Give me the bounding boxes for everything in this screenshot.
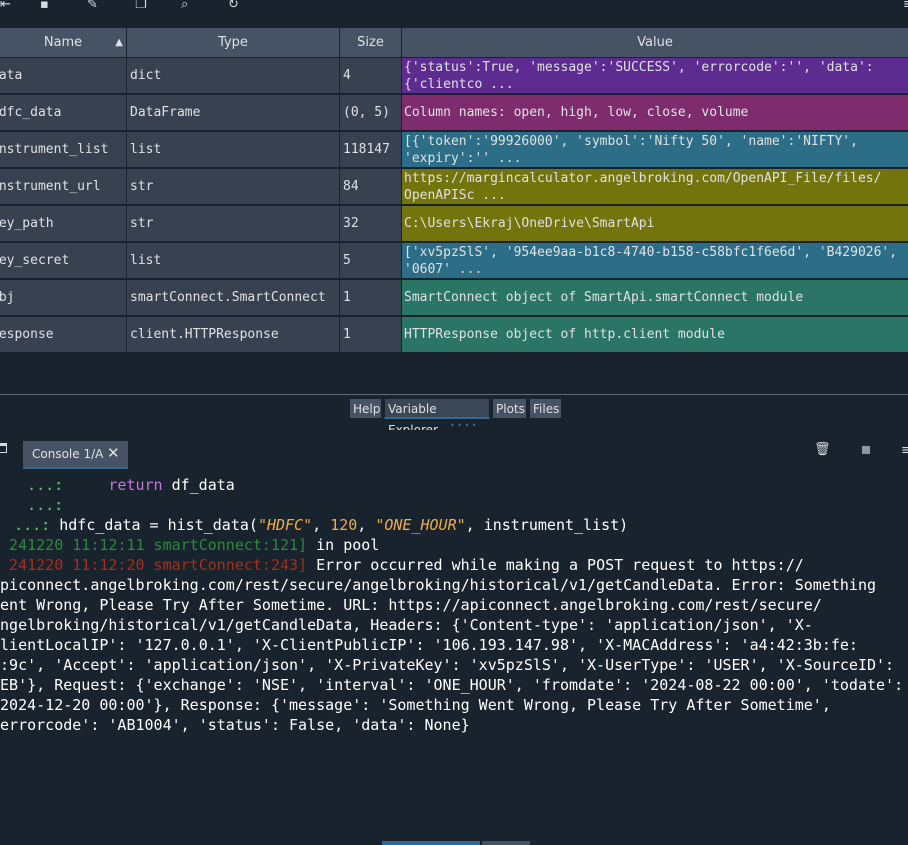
- save-as-icon[interactable]: ✎: [87, 0, 98, 11]
- console-line: WEB'}, Request: {'exchange': 'NSE', 'int…: [0, 676, 904, 694]
- variable-name: instrument_list: [0, 132, 127, 168]
- table-header: Name ▲ Type Size Value: [0, 28, 908, 58]
- trash-icon[interactable]: 🗑: [814, 442, 831, 457]
- variable-value: https://margincalculator.angelbroking.co…: [402, 169, 908, 205]
- refresh-icon[interactable]: ↻: [228, 0, 239, 11]
- variable-type: smartConnect.SmartConnect: [127, 280, 340, 316]
- variable-type: list: [127, 243, 340, 279]
- console-line: ...: return df_data: [0, 476, 235, 494]
- variable-value: SmartConnect object of SmartApi.smartCon…: [402, 280, 908, 316]
- options-menu-icon[interactable]: ≡: [901, 443, 908, 458]
- import-icon[interactable]: ⇤: [0, 0, 11, 11]
- table-row[interactable]: hdfc_dataDataFrame(0, 5)Column names: op…: [0, 95, 908, 132]
- pane-separator: [0, 394, 908, 395]
- tab-variable-explorer[interactable]: Variable Explorer: [384, 398, 490, 437]
- console-line: 5:9c', 'Accept': 'application/json', 'X-…: [0, 656, 895, 674]
- console-line: [ 241220 11:12:11 smartConnect:121] in p…: [0, 536, 380, 554]
- search-icon[interactable]: ⌕: [181, 0, 188, 11]
- variable-value: HTTPResponse object of http.client modul…: [402, 317, 908, 353]
- save-icon[interactable]: ▪: [40, 0, 49, 11]
- tab-help[interactable]: Help: [349, 398, 382, 419]
- variable-size: 1: [340, 317, 402, 353]
- table-row[interactable]: objsmartConnect.SmartConnect1SmartConnec…: [0, 280, 908, 317]
- variable-size: 118147: [340, 132, 402, 168]
- console-line: angelbroking/historical/v1/getCandleData…: [0, 616, 813, 634]
- window-icon[interactable]: [0, 443, 7, 453]
- variable-name: obj: [0, 280, 127, 316]
- variable-type: client.HTTPResponse: [127, 317, 340, 353]
- console-line: ...: hdfc_data = hist_data("HDFC", 120, …: [14, 516, 629, 534]
- table-row[interactable]: key_pathstr32C:\Users\Ekraj\OneDrive\Sma…: [0, 206, 908, 243]
- console-line: Went Wrong, Please Try After Sometime. U…: [0, 596, 822, 614]
- table-row[interactable]: instrument_list list 118147 [{'token':'9992…: [0, 132, 908, 169]
- table-row[interactable]: responseclient.HTTPResponse1HTTPResponse…: [0, 317, 908, 354]
- console-line: [ 241220 11:12:20 smartConnect:243] Erro…: [0, 556, 804, 574]
- variable-explorer-toolbar: ⇤ ▪ ✎ ❐ ⌕ ↻ ≡: [0, 0, 908, 15]
- header-value[interactable]: Value: [402, 28, 908, 57]
- tab-plots[interactable]: Plots: [492, 398, 527, 419]
- sort-ascending-icon: ▲: [115, 37, 123, 48]
- variable-name: hdfc_data: [0, 95, 127, 131]
- variable-name: instrument_url: [0, 169, 127, 205]
- console-line: '2024-12-20 00:00'}, Response: {'message…: [0, 696, 831, 714]
- variable-size: 1: [340, 280, 402, 316]
- variable-name: response: [0, 317, 127, 353]
- bottom-tab[interactable]: [482, 841, 530, 845]
- variable-value: C:\Users\Ekraj\OneDrive\SmartApi: [402, 206, 908, 242]
- variable-size: 4: [340, 58, 402, 94]
- header-size[interactable]: Size: [340, 28, 402, 57]
- variable-value: {'status':True, 'message':'SUCCESS', 'er…: [402, 58, 908, 94]
- variable-name: key_path: [0, 206, 127, 242]
- table-row[interactable]: key_secretlist5['xv5pzSlS', '954ee9aa-b1…: [0, 243, 908, 280]
- variable-name: key_secret: [0, 243, 127, 279]
- variable-type: str: [127, 206, 340, 242]
- variable-type: str: [127, 169, 340, 205]
- table-row[interactable]: datadict4{'status':True, 'message':'SUCC…: [0, 58, 908, 95]
- close-icon[interactable]: ✕: [107, 444, 120, 462]
- console-line: apiconnect.angelbroking.com/rest/secure/…: [0, 576, 877, 594]
- console-line: 'errorcode': 'AB1004', 'status': False, …: [0, 716, 470, 734]
- tab-console[interactable]: Console 1/A ✕: [23, 441, 128, 469]
- console-line: ClientLocalIP': '127.0.0.1', 'X-ClientPu…: [0, 636, 858, 654]
- table-row[interactable]: instrument_url str 84 https://margincalcula…: [0, 169, 908, 206]
- copy-icon[interactable]: ❐: [135, 0, 147, 11]
- splitter-handle[interactable]: • • • •: [450, 421, 477, 430]
- variable-type: DataFrame: [127, 95, 340, 131]
- header-type[interactable]: Type: [127, 28, 340, 57]
- stop-icon[interactable]: [862, 446, 870, 454]
- variable-size: 32: [340, 206, 402, 242]
- console-line: ...:: [0, 496, 73, 514]
- variable-value: Column names: open, high, low, close, vo…: [402, 95, 908, 131]
- header-name[interactable]: Name ▲: [0, 28, 127, 57]
- variable-value: ['xv5pzSlS', '954ee9aa-b1c8-4740-b158-c5…: [402, 243, 908, 279]
- variable-type: dict: [127, 58, 340, 94]
- variable-size: (0, 5): [340, 95, 402, 131]
- variable-size: 84: [340, 169, 402, 205]
- tab-files[interactable]: Files: [529, 398, 562, 419]
- variable-size: 5: [340, 243, 402, 279]
- options-menu-icon[interactable]: ≡: [903, 0, 908, 11]
- variable-name: data: [0, 58, 127, 94]
- variable-value: [{'token':'99926000', 'symbol':'Nifty 50…: [402, 132, 908, 168]
- variable-type: list: [127, 132, 340, 168]
- bottom-tab-indicator: [382, 841, 480, 845]
- console-tab-label: Console 1/A: [32, 447, 104, 461]
